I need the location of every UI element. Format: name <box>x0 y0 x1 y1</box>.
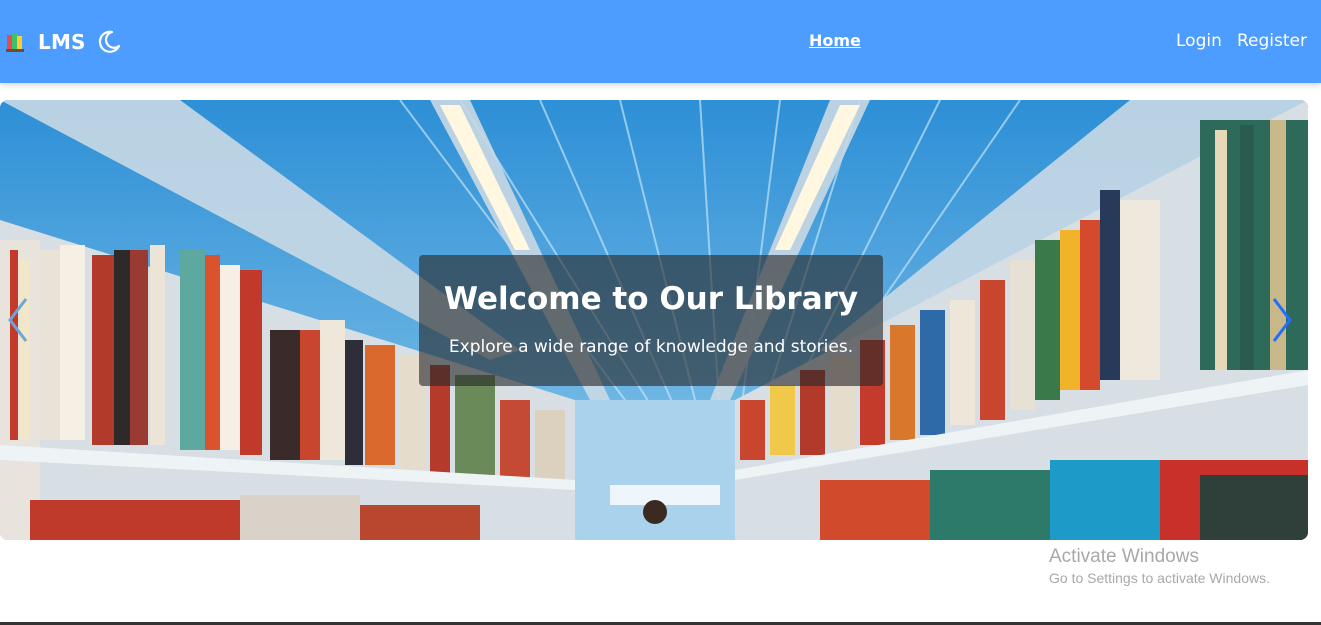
hero-caption: Welcome to Our Library Explore a wide ra… <box>419 255 883 386</box>
moon-icon[interactable] <box>96 29 122 55</box>
watermark-title: Activate Windows <box>1049 546 1199 567</box>
brand-name: LMS <box>38 30 86 54</box>
nav-home-link[interactable]: Home <box>809 31 861 50</box>
chevron-right-icon[interactable] <box>1266 295 1296 345</box>
watermark-subtitle: Go to Settings to activate Windows. <box>1049 570 1270 586</box>
activate-windows-watermark: Activate Windows Go to Settings to activ… <box>1049 546 1270 586</box>
navbar: LMS Home Login Register <box>0 0 1321 83</box>
brand[interactable]: LMS <box>6 28 122 56</box>
chevron-left-icon[interactable] <box>4 295 34 345</box>
hero-title: Welcome to Our Library <box>443 281 859 317</box>
hero-subtitle: Explore a wide range of knowledge and st… <box>448 337 854 357</box>
books-icon <box>6 31 28 53</box>
hero-carousel: Welcome to Our Library Explore a wide ra… <box>0 100 1308 540</box>
nav-register-link[interactable]: Register <box>1237 31 1307 51</box>
nav-login-link[interactable]: Login <box>1176 31 1222 51</box>
